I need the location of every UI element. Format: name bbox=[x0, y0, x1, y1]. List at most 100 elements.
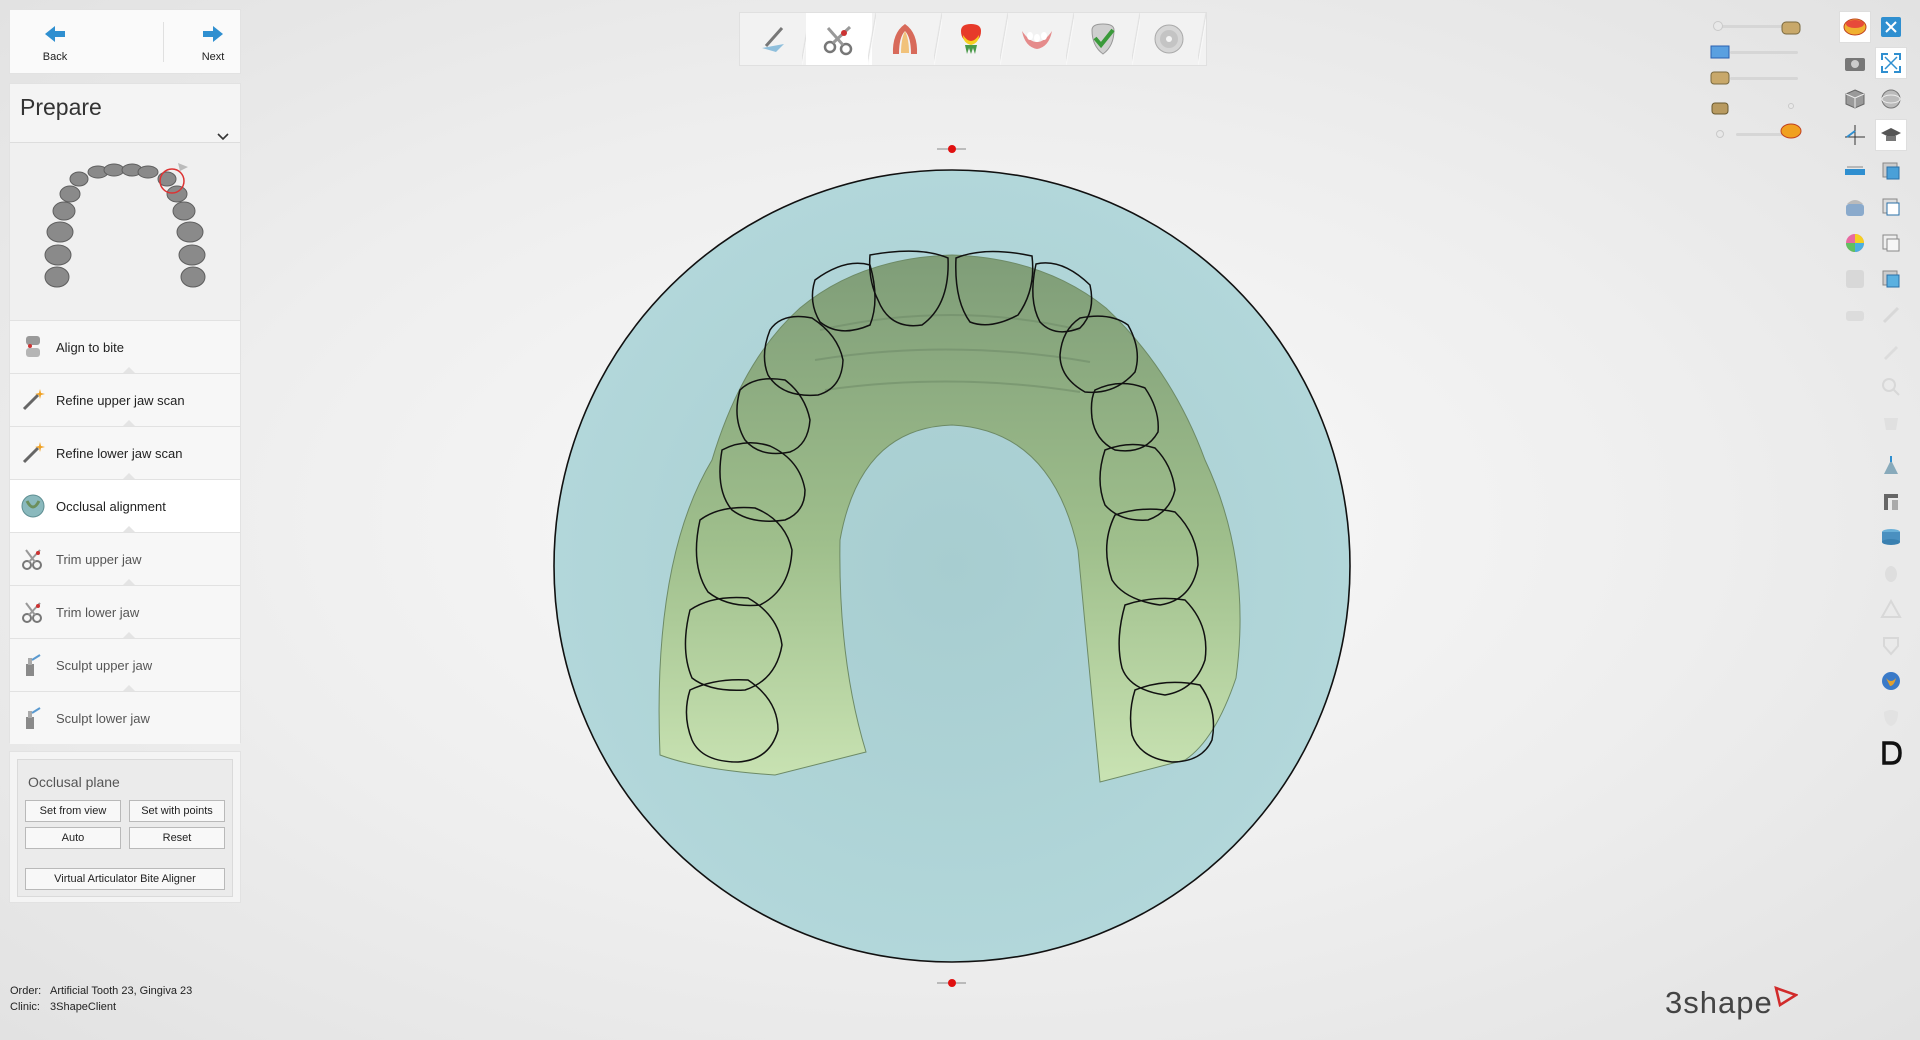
tool-globe[interactable] bbox=[1876, 666, 1906, 696]
toolbar-disc[interactable] bbox=[1136, 13, 1206, 65]
step-label: Align to bite bbox=[56, 339, 124, 355]
tool-school[interactable] bbox=[1876, 120, 1906, 150]
back-arrow-icon bbox=[45, 26, 65, 42]
next-arrow-icon bbox=[203, 26, 223, 42]
set-with-points-button[interactable]: Set with points bbox=[129, 800, 225, 822]
shade-a2-icon bbox=[1846, 270, 1864, 288]
tool-tooth-disabled bbox=[1876, 702, 1906, 732]
step-sculpt-upper-jaw[interactable]: Sculpt upper jaw bbox=[10, 638, 240, 692]
toolbar-pen[interactable] bbox=[740, 13, 810, 65]
tool-layer-2[interactable] bbox=[1876, 192, 1906, 222]
step-label: Trim lower jaw bbox=[56, 604, 140, 620]
tool-layer-4[interactable] bbox=[1876, 264, 1906, 294]
base-cylinder-icon bbox=[1882, 529, 1900, 545]
tool-sculpt[interactable] bbox=[1876, 450, 1906, 480]
next-button[interactable]: Next bbox=[178, 10, 248, 73]
slider-dot bbox=[1788, 103, 1794, 109]
crosshair-icon bbox=[1845, 125, 1865, 145]
tool-d-mode[interactable] bbox=[1876, 738, 1906, 768]
tool-close[interactable] bbox=[1876, 12, 1906, 42]
wizard-navigation: Back Next bbox=[10, 10, 240, 73]
order-info: Order: Artificial Tooth 23, Gingiva 23 Cl… bbox=[10, 983, 192, 1015]
3d-viewport[interactable] bbox=[540, 135, 1360, 995]
tooth-icon bbox=[1884, 710, 1898, 726]
mesh-slider[interactable] bbox=[1730, 51, 1798, 54]
tool-crosshair[interactable] bbox=[1840, 120, 1870, 150]
close-icon bbox=[1881, 17, 1901, 37]
step-align-to-bite[interactable]: Align to bite bbox=[10, 320, 240, 374]
jaw-arch-icon bbox=[892, 24, 918, 54]
camera-icon bbox=[1845, 58, 1865, 71]
tool-jaw-view[interactable] bbox=[1840, 300, 1870, 330]
tool-warning-disabled bbox=[1876, 594, 1906, 624]
reset-button[interactable]: Reset bbox=[129, 827, 225, 849]
tool-view-cube[interactable] bbox=[1840, 84, 1870, 114]
back-button[interactable]: Back bbox=[20, 10, 90, 73]
bottom-orientation-marker[interactable] bbox=[937, 979, 966, 987]
layer-icon bbox=[1882, 162, 1900, 180]
set-from-view-button[interactable]: Set from view bbox=[25, 800, 121, 822]
step-occlusal-alignment[interactable]: Occlusal alignment bbox=[10, 479, 240, 533]
tool-base[interactable] bbox=[1876, 522, 1906, 552]
tool-color-model[interactable] bbox=[1840, 12, 1870, 42]
brush-icon bbox=[1884, 346, 1898, 360]
step-trim-lower-jaw[interactable]: Trim lower jaw bbox=[10, 585, 240, 639]
globe-icon bbox=[1882, 672, 1900, 690]
toolbar-color-tooth[interactable] bbox=[938, 13, 1008, 65]
jaw-view-icon bbox=[1846, 311, 1864, 321]
tool-rotate[interactable] bbox=[1876, 84, 1906, 114]
clamp-icon bbox=[1884, 494, 1898, 510]
toolbar-gingiva[interactable] bbox=[1004, 13, 1074, 65]
tool-layer-3[interactable] bbox=[1876, 228, 1906, 258]
gingiva-icon bbox=[1022, 31, 1052, 49]
warning-icon bbox=[1880, 598, 1902, 618]
slider-knob[interactable] bbox=[1716, 130, 1724, 138]
align-bite-icon bbox=[18, 332, 48, 362]
occlusal-disc-icon bbox=[18, 491, 48, 521]
tool-cup-disabled bbox=[1876, 408, 1906, 438]
tool-measure[interactable] bbox=[1840, 156, 1870, 186]
tool-layer-1[interactable] bbox=[1876, 156, 1906, 186]
slider-knob[interactable] bbox=[1713, 21, 1723, 31]
tooth-chart[interactable] bbox=[10, 142, 240, 321]
layer-icon bbox=[1882, 234, 1900, 252]
rotate-sphere-icon bbox=[1881, 89, 1901, 109]
color-wheel-icon bbox=[1846, 234, 1864, 252]
magic-wand-icon bbox=[18, 385, 48, 415]
virtual-articulator-button[interactable]: Virtual Articulator Bite Aligner bbox=[25, 868, 225, 890]
auto-button[interactable]: Auto bbox=[25, 827, 121, 849]
step-trim-upper-jaw[interactable]: Trim upper jaw bbox=[10, 532, 240, 586]
layer-icon bbox=[1882, 270, 1900, 288]
tool-snapshot[interactable] bbox=[1840, 48, 1870, 78]
top-orientation-marker[interactable] bbox=[937, 145, 966, 153]
step-refine-upper-jaw-scan[interactable]: Refine upper jaw scan bbox=[10, 373, 240, 427]
nav-divider bbox=[163, 22, 164, 62]
brand-logo: 3shape bbox=[1665, 985, 1799, 1021]
tool-fit-view[interactable] bbox=[1876, 48, 1906, 78]
magic-wand-icon bbox=[18, 438, 48, 468]
toolbar-scissors[interactable] bbox=[806, 13, 876, 65]
scissors-icon bbox=[18, 597, 48, 627]
step-sculpt-lower-jaw[interactable]: Sculpt lower jaw bbox=[10, 691, 240, 744]
scissors-icon bbox=[18, 544, 48, 574]
tool-hand-disabled bbox=[1876, 558, 1906, 588]
step-refine-lower-jaw-scan[interactable]: Refine lower jaw scan bbox=[10, 426, 240, 480]
tooth-chart-diagram bbox=[44, 163, 206, 288]
view-cube-icon bbox=[1845, 89, 1865, 109]
step-label: Sculpt upper jaw bbox=[56, 657, 153, 673]
tool-pen-disabled bbox=[1876, 300, 1906, 330]
lower-jaw-slider[interactable] bbox=[1730, 77, 1798, 80]
occlusal-plane-panel: Occlusal plane Set from view Set with po… bbox=[10, 752, 240, 902]
shield-icon bbox=[1883, 637, 1899, 656]
tool-a2-shade[interactable] bbox=[1840, 264, 1870, 294]
tool-scan-model[interactable] bbox=[1840, 192, 1870, 222]
step-label: Refine upper jaw scan bbox=[56, 392, 185, 408]
workflow-toolbar bbox=[739, 12, 1207, 66]
pen-icon bbox=[762, 27, 784, 52]
scan-model-icon bbox=[1846, 200, 1864, 216]
toolbar-tooth-check[interactable] bbox=[1070, 13, 1140, 65]
tool-clamp[interactable] bbox=[1876, 486, 1906, 516]
toolbar-jaw-arch[interactable] bbox=[872, 13, 942, 65]
clinic-key: Clinic: bbox=[10, 1001, 40, 1013]
tool-color-wheel[interactable] bbox=[1840, 228, 1870, 258]
